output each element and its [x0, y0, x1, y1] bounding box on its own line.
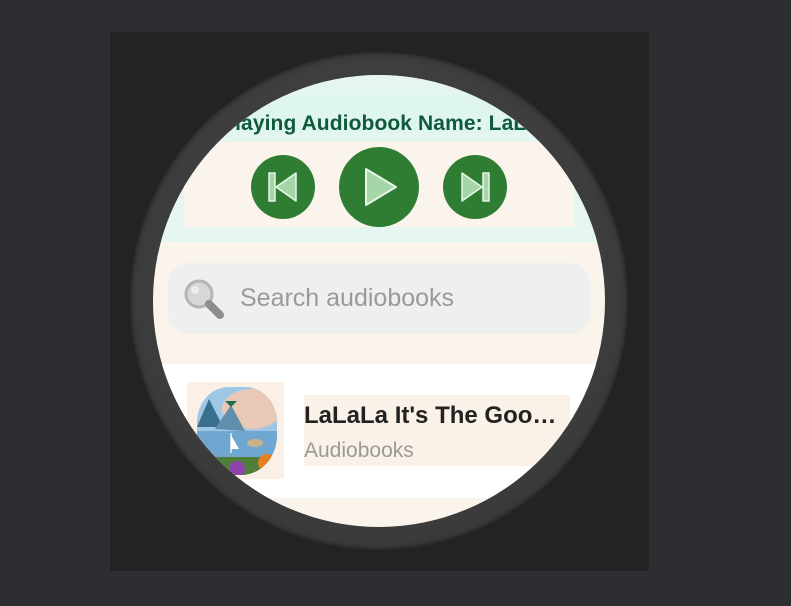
skip-previous-icon	[268, 172, 297, 202]
landscape-painting-thumbnail	[197, 387, 277, 475]
list-item[interactable]: LaLaLa It's The Good Life Audiobooks	[153, 364, 605, 498]
item-title: LaLaLa It's The Good Life	[304, 402, 570, 429]
watch-screen: Playing Audiobook Name: LaLaLa It's The …	[153, 75, 605, 527]
cover-frame	[187, 382, 284, 479]
previous-button[interactable]	[251, 155, 315, 219]
audiobook-list: LaLaLa It's The Good Life Audiobooks	[153, 364, 605, 498]
item-text: LaLaLa It's The Good Life Audiobooks	[304, 395, 570, 466]
next-button[interactable]	[443, 155, 507, 219]
now-playing-title: Playing Audiobook Name: LaLaLa It's The …	[221, 112, 605, 135]
play-icon	[365, 168, 397, 206]
play-button[interactable]	[339, 147, 419, 227]
search-input[interactable]	[240, 263, 570, 334]
item-subtitle: Audiobooks	[304, 439, 414, 462]
search-icon	[184, 279, 224, 319]
skip-next-icon	[461, 172, 490, 202]
player-panel: Playing Audiobook Name: LaLaLa It's The …	[153, 75, 605, 242]
search-bar[interactable]	[168, 263, 590, 334]
